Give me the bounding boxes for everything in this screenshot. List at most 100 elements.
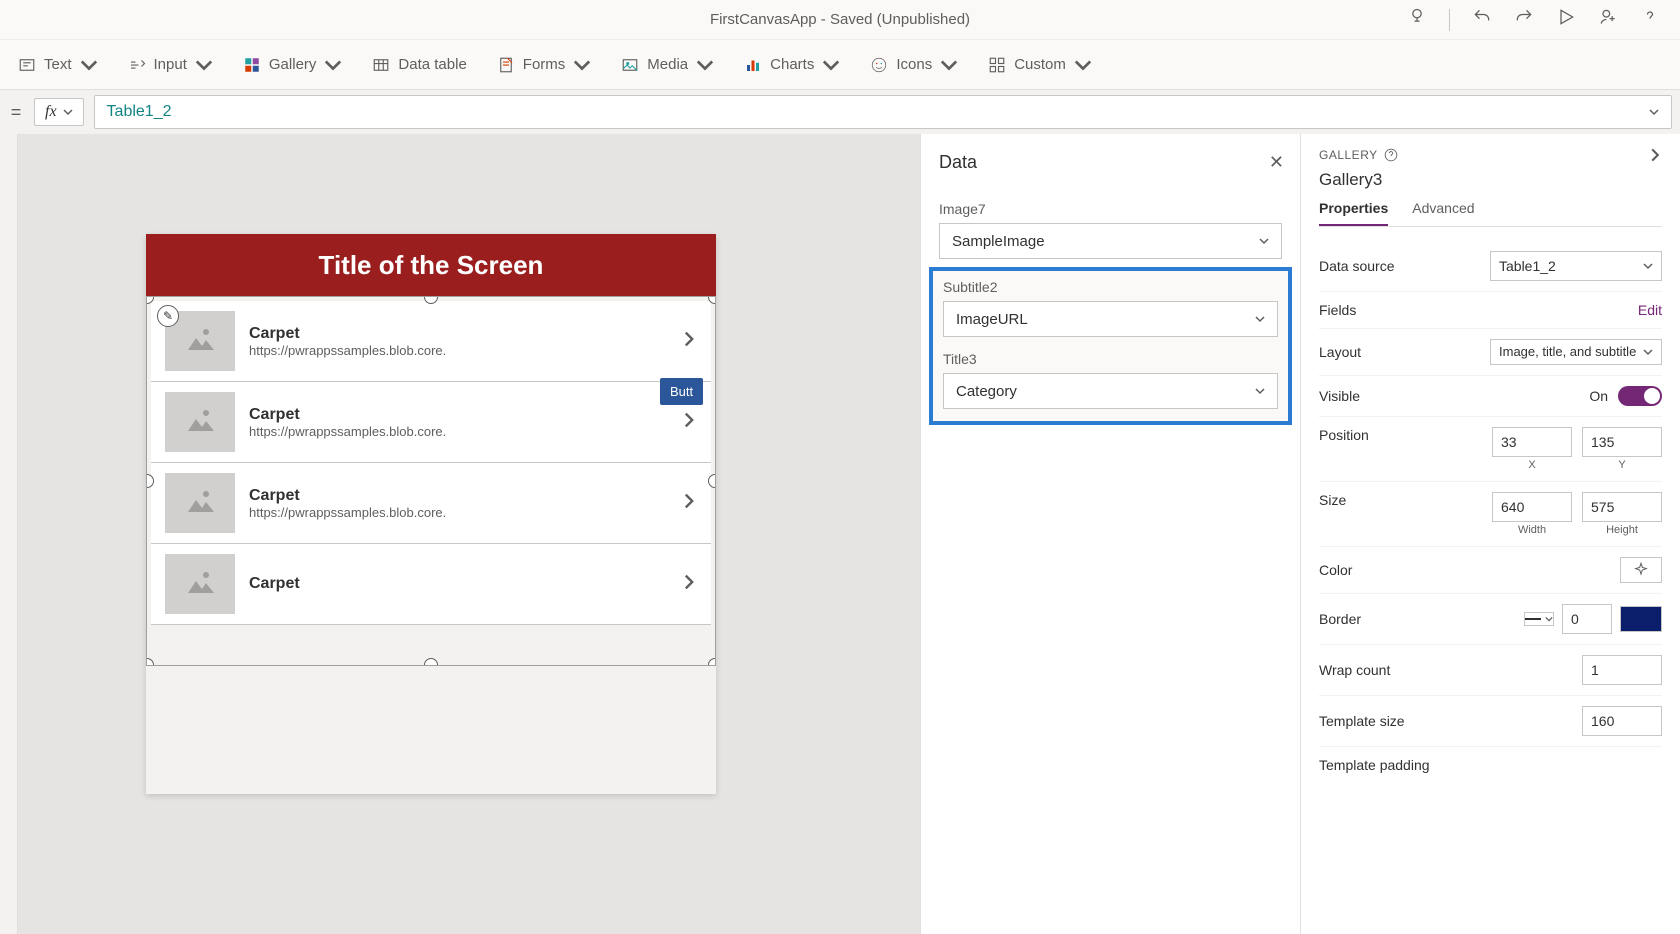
prop-datasource-label: Data source	[1319, 258, 1394, 274]
gallery-item[interactable]: Carpet https://pwrappssamples.blob.core.	[151, 382, 711, 463]
chevron-down-icon	[1255, 314, 1265, 324]
properties-panel: GALLERY Gallery3 Properties Advanced Dat…	[1300, 134, 1680, 934]
prop-border-style[interactable]	[1524, 612, 1554, 626]
prop-border-color[interactable]	[1620, 606, 1662, 632]
close-icon[interactable]: ✕	[1269, 152, 1284, 173]
thumbnail-placeholder	[165, 473, 235, 533]
ribbon-forms-label: Forms	[523, 56, 566, 73]
gallery-control[interactable]: ✎ Carpet https://pwrappssamples.blob.cor…	[146, 296, 716, 666]
ribbon-gallery[interactable]: Gallery	[243, 56, 343, 74]
prop-wrapcount-label: Wrap count	[1319, 662, 1390, 678]
prop-position-x[interactable]: 33	[1492, 427, 1572, 457]
ribbon-media-label: Media	[647, 56, 688, 73]
undo-icon[interactable]	[1472, 7, 1492, 32]
share-icon[interactable]	[1598, 7, 1618, 32]
help-icon[interactable]	[1640, 7, 1660, 32]
prop-size-h[interactable]: 575	[1582, 492, 1662, 522]
prop-templatesize-input[interactable]: 160	[1582, 706, 1662, 736]
prop-color-label: Color	[1319, 562, 1352, 578]
play-icon[interactable]	[1556, 7, 1576, 32]
gallery-item-subtitle: https://pwrappssamples.blob.core.	[249, 424, 667, 439]
prop-datasource-select[interactable]: Table1_2	[1490, 251, 1662, 281]
prop-visible-value: On	[1589, 388, 1608, 404]
diagnostics-icon[interactable]	[1407, 7, 1427, 32]
ribbon-charts[interactable]: Charts	[744, 56, 840, 74]
prop-fields-label: Fields	[1319, 302, 1356, 318]
ribbon-custom-label: Custom	[1014, 56, 1066, 73]
prop-layout-label: Layout	[1319, 344, 1361, 360]
formula-value: Table1_2	[107, 103, 172, 121]
tab-advanced[interactable]: Advanced	[1412, 200, 1474, 226]
field-subtitle-label: Subtitle2	[943, 279, 1278, 295]
ribbon-custom[interactable]: Custom	[988, 56, 1092, 74]
prop-visible-label: Visible	[1319, 388, 1360, 404]
prop-templatepadding-label: Template padding	[1319, 757, 1430, 773]
field-subtitle-value: ImageURL	[956, 311, 1028, 328]
chevron-right-icon[interactable]	[681, 493, 697, 514]
canvas-button[interactable]: Butt	[660, 378, 703, 405]
chevron-right-icon[interactable]	[681, 331, 697, 352]
help-icon[interactable]	[1384, 148, 1398, 162]
gallery-item-title: Carpet	[249, 487, 667, 505]
prop-fields-edit[interactable]: Edit	[1638, 302, 1662, 318]
redo-icon[interactable]	[1514, 7, 1534, 32]
ribbon-icons-label: Icons	[896, 56, 932, 73]
chevron-right-icon[interactable]	[681, 574, 697, 595]
prop-visible-toggle[interactable]	[1618, 386, 1662, 406]
data-panel-title: Data	[939, 152, 1282, 173]
gallery-item[interactable]: Carpet https://pwrappssamples.blob.core.	[151, 463, 711, 544]
ribbon-icons[interactable]: Icons	[870, 56, 958, 74]
ribbon-input[interactable]: Input	[128, 56, 213, 74]
formula-expand-icon[interactable]	[1649, 107, 1659, 117]
chevron-right-icon[interactable]	[1648, 148, 1662, 162]
chevron-down-icon	[1255, 386, 1265, 396]
thumbnail-placeholder	[165, 392, 235, 452]
fx-dropdown[interactable]: fx	[34, 98, 84, 126]
gallery-item[interactable]: Carpet	[151, 544, 711, 625]
prop-templatesize-label: Template size	[1319, 713, 1405, 729]
ribbon-forms[interactable]: Forms	[497, 56, 592, 74]
gallery-item-subtitle: https://pwrappssamples.blob.core.	[249, 343, 667, 358]
prop-size-label: Size	[1319, 492, 1346, 508]
control-name: Gallery3	[1319, 170, 1662, 190]
field-title-label: Title3	[943, 351, 1278, 367]
ribbon-media[interactable]: Media	[621, 56, 714, 74]
chevron-right-icon[interactable]	[681, 412, 697, 433]
prop-border-width[interactable]: 0	[1562, 604, 1612, 634]
gallery-item-title: Carpet	[249, 325, 667, 343]
field-title-value: Category	[956, 383, 1017, 400]
left-rail	[0, 134, 18, 934]
props-category: GALLERY	[1319, 148, 1378, 162]
app-title: FirstCanvasApp - Saved (Unpublished)	[710, 11, 970, 28]
prop-wrapcount-input[interactable]: 1	[1582, 655, 1662, 685]
data-panel: Data ✕ Image7 SampleImage Subtitle2 Imag…	[920, 134, 1300, 934]
field-image-select[interactable]: SampleImage	[939, 223, 1282, 259]
gallery-item[interactable]: Carpet https://pwrappssamples.blob.core.	[151, 301, 711, 382]
ribbon-datatable[interactable]: Data table	[372, 56, 466, 74]
separator	[1449, 9, 1450, 31]
formula-bar: = fx Table1_2	[0, 90, 1680, 134]
formula-input[interactable]: Table1_2	[94, 95, 1672, 129]
ribbon-text[interactable]: Text	[18, 56, 98, 74]
fx-icon: fx	[45, 103, 57, 121]
field-title-select[interactable]: Category	[943, 373, 1278, 409]
gallery-item-title: Carpet	[249, 406, 667, 424]
edit-pencil-icon[interactable]: ✎	[157, 305, 179, 327]
prop-position-label: Position	[1319, 427, 1369, 443]
prop-size-w[interactable]: 640	[1492, 492, 1572, 522]
prop-border-label: Border	[1319, 611, 1361, 627]
gallery-item-title: Carpet	[249, 575, 667, 593]
insert-ribbon: Text Input Gallery Data table Forms Medi…	[0, 40, 1680, 90]
ribbon-input-label: Input	[154, 56, 187, 73]
ribbon-charts-label: Charts	[770, 56, 814, 73]
field-subtitle-select[interactable]: ImageURL	[943, 301, 1278, 337]
prop-position-y[interactable]: 135	[1582, 427, 1662, 457]
gallery-item-subtitle: https://pwrappssamples.blob.core.	[249, 505, 667, 520]
tab-properties[interactable]: Properties	[1319, 200, 1388, 226]
prop-layout-select[interactable]: Image, title, and subtitle	[1490, 339, 1662, 365]
prop-color-picker[interactable]	[1620, 557, 1662, 583]
canvas-area[interactable]: Title of the Screen ✎ Carpet https://pwr…	[18, 134, 920, 934]
ribbon-gallery-label: Gallery	[269, 56, 317, 73]
field-image-value: SampleImage	[952, 233, 1045, 250]
titlebar: FirstCanvasApp - Saved (Unpublished)	[0, 0, 1680, 40]
